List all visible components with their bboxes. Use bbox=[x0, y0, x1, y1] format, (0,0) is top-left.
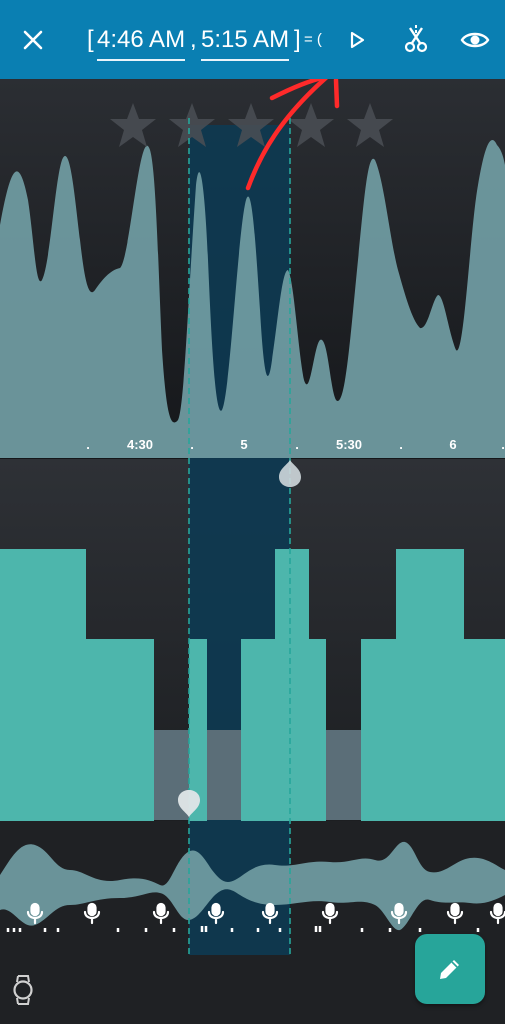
top-app-bar: [ 4:46 AM , 5:15 AM ] = ( bbox=[0, 0, 505, 79]
edit-fab-button[interactable] bbox=[415, 934, 485, 1004]
sleep-bar bbox=[396, 549, 464, 821]
range-separator: , bbox=[190, 26, 197, 53]
pencil-icon bbox=[440, 960, 459, 979]
range-duration: = ( bbox=[304, 31, 322, 48]
watch-icon[interactable] bbox=[10, 973, 36, 1007]
awake-band bbox=[326, 730, 361, 820]
eye-icon bbox=[460, 32, 490, 48]
time-label: . bbox=[501, 437, 505, 452]
sleep-chart: . 4:30 . 5 . 5:30 . 6 . bbox=[0, 79, 505, 1024]
sleep-bar bbox=[464, 639, 505, 821]
time-label: 5:30 bbox=[336, 437, 362, 452]
sleep-bar bbox=[361, 639, 396, 821]
scissors-icon bbox=[404, 25, 428, 53]
sleep-bar bbox=[309, 639, 326, 821]
time-label: . bbox=[295, 437, 299, 452]
close-button[interactable] bbox=[12, 19, 54, 61]
range-open-bracket: [ bbox=[87, 26, 94, 53]
time-label: . bbox=[190, 437, 194, 452]
time-label: 6 bbox=[449, 437, 456, 452]
play-button[interactable] bbox=[336, 19, 378, 61]
time-label: 4:30 bbox=[127, 437, 153, 452]
cut-button[interactable] bbox=[394, 17, 438, 61]
sleep-bar bbox=[0, 549, 86, 821]
sleep-bar bbox=[86, 639, 154, 821]
range-close-bracket: ] bbox=[294, 26, 301, 53]
time-label: . bbox=[86, 437, 90, 452]
start-time-field[interactable]: 4:46 AM bbox=[97, 22, 186, 61]
sleep-bar bbox=[241, 639, 275, 821]
sleep-bar bbox=[275, 549, 309, 821]
view-button[interactable] bbox=[454, 19, 496, 61]
time-label: 5 bbox=[240, 437, 247, 452]
close-icon bbox=[23, 30, 43, 50]
awake-band bbox=[207, 730, 241, 820]
end-time-field[interactable]: 5:15 AM bbox=[201, 22, 290, 61]
time-label: . bbox=[399, 437, 403, 452]
play-icon bbox=[350, 31, 365, 49]
